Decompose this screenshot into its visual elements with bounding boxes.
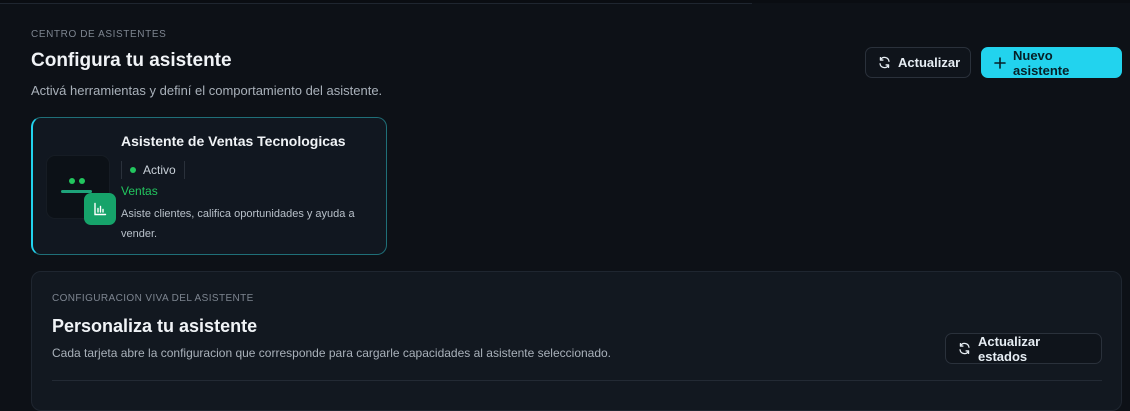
robot-icon <box>69 178 85 184</box>
plus-icon <box>994 56 1006 69</box>
refresh-button[interactable]: Actualizar <box>865 47 971 78</box>
refresh-states-button[interactable]: Actualizar estados <box>945 333 1102 364</box>
page-subtitle: Activá herramientas y definí el comporta… <box>31 83 383 98</box>
top-divider <box>0 3 752 4</box>
status-dot-icon <box>130 167 136 173</box>
status-badge: Activo <box>121 161 185 179</box>
config-description: Cada tarjeta abre la configuracion que c… <box>52 346 612 360</box>
assistant-center-page: CENTRO DE ASISTENTES Configura tu asiste… <box>0 0 1130 411</box>
config-title: Personaliza tu asistente <box>52 316 258 336</box>
new-assistant-button-label: Nuevo asistente <box>1013 47 1070 78</box>
assistant-name: Asistente de Ventas Tecnologicas <box>121 133 346 149</box>
refresh-states-button-label: Actualizar estados <box>978 333 1041 364</box>
section-kicker: CENTRO DE ASISTENTES <box>31 29 167 40</box>
config-kicker: CONFIGURACION VIVA DEL ASISTENTE <box>52 293 254 304</box>
refresh-button-label: Actualizar <box>898 55 961 70</box>
config-panel: CONFIGURACION VIVA DEL ASISTENTE Persona… <box>31 271 1122 411</box>
refresh-icon <box>958 342 971 355</box>
config-divider <box>52 380 1102 381</box>
assistant-description: Asiste clientes, califica oportunidades … <box>121 208 355 240</box>
assistant-category: Ventas <box>121 184 158 198</box>
status-label: Activo <box>143 163 176 177</box>
assistant-card[interactable]: Asistente de Ventas Tecnologicas Activo … <box>31 117 387 255</box>
bar-chart-icon <box>84 193 116 225</box>
new-assistant-button[interactable]: Nuevo asistente <box>981 47 1122 78</box>
page-title: Configura tu asistente <box>31 50 232 71</box>
refresh-icon <box>878 56 891 69</box>
